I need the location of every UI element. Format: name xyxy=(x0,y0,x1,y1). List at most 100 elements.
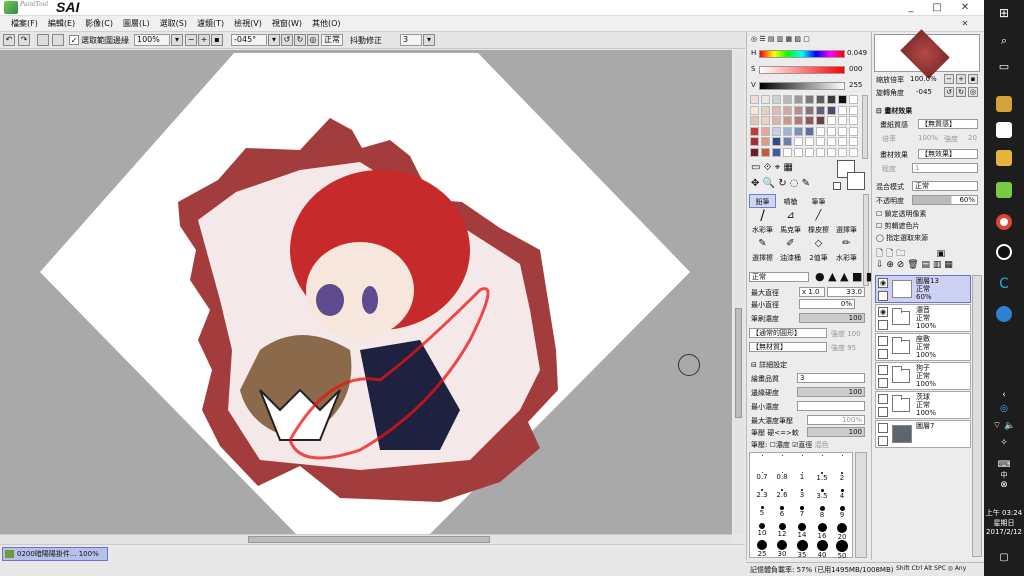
palette-swatch[interactable] xyxy=(761,147,770,157)
zoom-select[interactable]: 100% xyxy=(134,34,170,46)
brush-size-preset[interactable]: 2.6 xyxy=(773,489,791,499)
windows-start-icon[interactable]: ⊞ xyxy=(996,6,1012,22)
palette-swatch[interactable] xyxy=(761,95,770,104)
menu-window[interactable]: 視窗(W) xyxy=(267,16,307,31)
palette-swatch[interactable] xyxy=(838,137,847,146)
palette-swatch[interactable] xyxy=(827,105,836,115)
palette-swatch[interactable] xyxy=(772,116,781,125)
brush-size-preset[interactable]: 9 xyxy=(833,506,851,519)
angle-dropdown-icon[interactable]: ▾ xyxy=(268,34,280,46)
min-size-value[interactable]: 0% xyxy=(799,299,855,309)
density-slider[interactable]: 100 xyxy=(799,313,865,323)
navigator-preview[interactable] xyxy=(874,29,980,79)
brush-size-preset[interactable]: 8 xyxy=(813,506,831,519)
value-slider[interactable] xyxy=(759,82,845,90)
tray-icon-2[interactable]: ✧ xyxy=(984,438,1024,448)
tool-binary-pen[interactable]: 2值筆 xyxy=(805,250,832,264)
airbrush-icon[interactable]: ⊿ xyxy=(777,208,804,222)
brush-shape-presets[interactable]: ● ▲ ▲ ■ ■ xyxy=(815,270,876,283)
marker-icon[interactable]: ✐ xyxy=(777,236,804,250)
eraser-icon[interactable]: ◇ xyxy=(805,236,832,250)
layer-visibility-icon[interactable] xyxy=(878,336,888,346)
palette-swatch[interactable] xyxy=(772,95,781,104)
brush-size-preset[interactable]: 12 xyxy=(773,523,791,538)
pressure-size-checkbox[interactable]: 直徑 xyxy=(798,441,812,449)
tool-brush[interactable]: 筆筆 xyxy=(805,194,832,208)
brush-size-presets[interactable]: 0.7 0.8 1 1.5 2 2.3 2.6 3 3.5 4 5 6 7 8 9 10 12 14 16 20 25 3… xyxy=(749,452,853,560)
redo-icon[interactable]: ↷ xyxy=(18,34,30,46)
color-palette[interactable] xyxy=(750,95,862,159)
doc-close-button[interactable]: ✕ xyxy=(952,16,978,32)
menu-select[interactable]: 選取(S) xyxy=(155,16,192,31)
rotate-left-icon[interactable]: ↺ xyxy=(281,34,293,46)
paint-tool-sai-icon[interactable] xyxy=(996,182,1012,198)
palette-swatch[interactable] xyxy=(827,95,836,104)
brush-size-preset[interactable]: 10 xyxy=(753,523,771,537)
clipping-mask-checkbox[interactable]: ☐ 剪輯遮色片 xyxy=(876,221,920,231)
canvas-artwork[interactable] xyxy=(0,50,732,534)
palette-swatch[interactable] xyxy=(849,147,858,157)
layer-visibility-icon[interactable]: ◉ xyxy=(878,307,888,317)
quality-select[interactable]: 3 xyxy=(797,373,865,383)
nav-rotate-left-icon[interactable]: ↺ xyxy=(944,87,954,97)
palette-swatch[interactable] xyxy=(838,95,847,104)
palette-swatch[interactable] xyxy=(805,137,814,146)
palette-swatch[interactable] xyxy=(783,147,792,157)
brush-size-preset[interactable]: 30 xyxy=(773,540,791,558)
palette-swatch[interactable] xyxy=(805,95,814,104)
detail-settings-header[interactable]: ⊟ 詳細設定 xyxy=(751,360,787,370)
palette-swatch[interactable] xyxy=(838,116,847,125)
max-size-value[interactable]: 33.0 xyxy=(827,287,865,297)
blend-mode-select[interactable]: 正常 xyxy=(912,181,978,191)
brush-size-preset[interactable]: 50 xyxy=(833,540,851,560)
select-tools-row[interactable]: ▭ ⟐ ⌖ ▦ xyxy=(751,162,793,173)
layer-actions-row2[interactable]: ⇩ ⊕ ⊘ 🗑 ▤ ▥ ▦ xyxy=(876,260,953,270)
palette-swatch[interactable] xyxy=(816,95,825,104)
layer-visibility-icon[interactable]: ◉ xyxy=(878,278,888,288)
zoom-out-icon[interactable]: − xyxy=(185,34,197,46)
rotate-reset-icon[interactable]: ◎ xyxy=(307,34,319,46)
close-button[interactable]: ✕ xyxy=(952,0,978,16)
paper-texture-select[interactable]: 【無質感】 xyxy=(918,119,978,129)
zoom-reset-icon[interactable]: ▪ xyxy=(211,34,223,46)
clock-time[interactable]: 上午 03:24 xyxy=(984,508,1024,518)
tray-expand-icon[interactable]: ‹ xyxy=(984,390,1024,400)
size-preset-scrollbar[interactable] xyxy=(855,452,867,558)
brush-size-preset[interactable] xyxy=(833,455,851,456)
tool-bucket[interactable]: 油漆桶 xyxy=(777,250,804,264)
tool-watercolor[interactable]: 水彩筆 xyxy=(749,222,776,236)
tray-close-icon[interactable]: ⊗ xyxy=(984,480,1024,490)
brush-size-preset[interactable]: 4 xyxy=(833,489,851,500)
palette-swatch[interactable] xyxy=(805,147,814,157)
pressure-density-checkbox[interactable]: 濃度 xyxy=(776,441,790,449)
layer-lock-checkbox[interactable] xyxy=(878,349,888,359)
palette-swatch[interactable] xyxy=(816,126,825,136)
menu-edit[interactable]: 編輯(E) xyxy=(43,16,80,31)
palette-swatch[interactable] xyxy=(849,95,858,104)
color-mode-icons[interactable]: ◎ ☰ ▤ ▥ ▦ ▧ ▢ xyxy=(751,35,810,43)
undo-icon[interactable]: ↶ xyxy=(3,34,15,46)
brush-size-preset[interactable]: 40 xyxy=(813,540,831,559)
menu-view[interactable]: 檢視(V) xyxy=(229,16,267,31)
secondary-color-swatch[interactable] xyxy=(847,172,865,190)
vertical-scrollbar[interactable] xyxy=(734,50,744,534)
palette-swatch[interactable] xyxy=(794,95,803,104)
brush-size-preset[interactable]: 25 xyxy=(753,540,771,558)
palette-swatch[interactable] xyxy=(783,105,792,115)
layer-lock-checkbox[interactable] xyxy=(878,436,888,446)
document-tab[interactable]: 0200暗陽陽掛件... 100% xyxy=(2,547,108,561)
layer-visibility-icon[interactable] xyxy=(878,394,888,404)
menu-image[interactable]: 影像(C) xyxy=(80,16,118,31)
palette-swatch[interactable] xyxy=(849,137,858,146)
palette-swatch[interactable] xyxy=(805,105,814,115)
brush-size-preset[interactable]: 0.7 xyxy=(753,472,771,481)
palette-swatch[interactable] xyxy=(816,147,825,157)
palette-swatch[interactable] xyxy=(750,116,759,125)
pressure-blend-checkbox[interactable]: 混色 xyxy=(815,441,829,449)
tool-select-eraser[interactable]: 選擇擦 xyxy=(749,250,776,264)
tray-app-icon[interactable]: ◎ xyxy=(984,404,1024,414)
layer-lock-checkbox[interactable] xyxy=(878,320,888,330)
palette-swatch[interactable] xyxy=(750,126,759,136)
palette-swatch[interactable] xyxy=(794,147,803,157)
layer-item[interactable]: ◉ 圖層13 正常 60% xyxy=(875,275,971,303)
